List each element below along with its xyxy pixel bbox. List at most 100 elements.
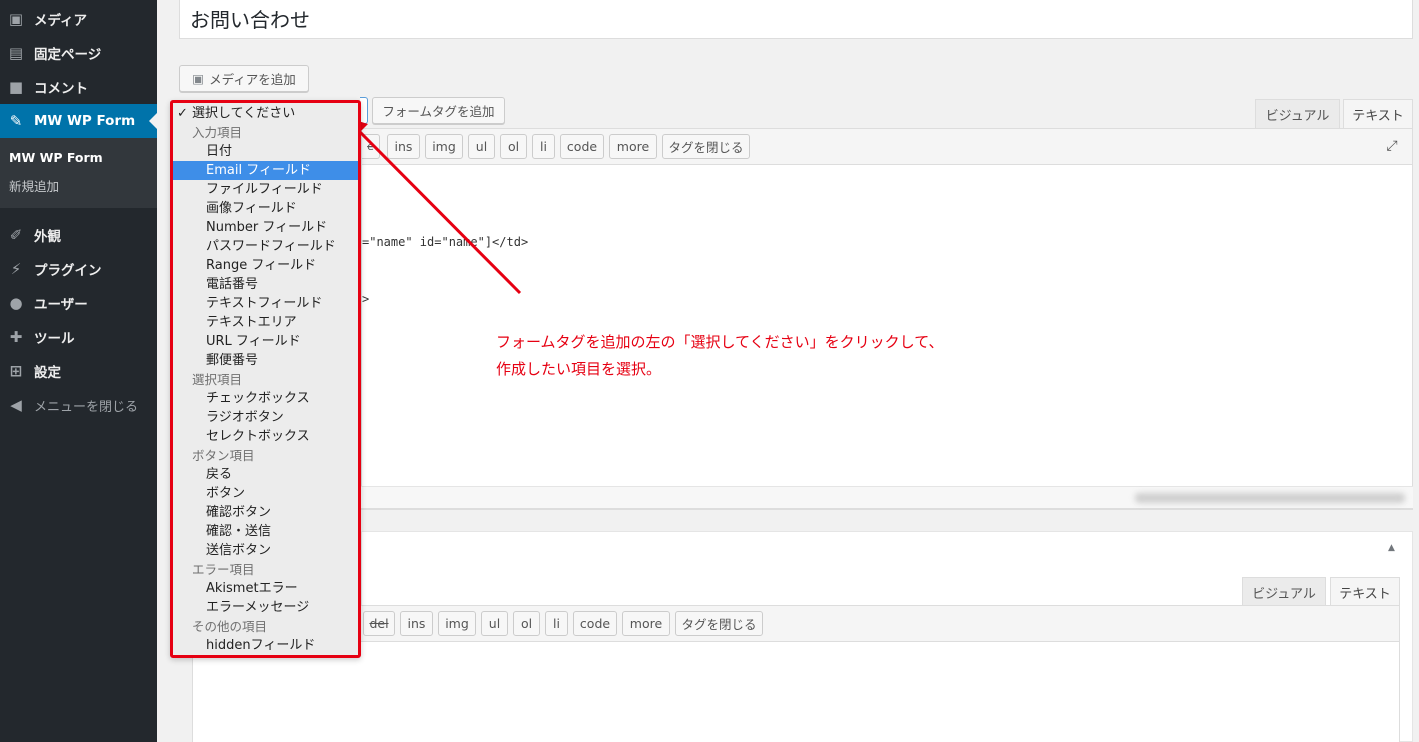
quicktag-more-2[interactable]: more	[622, 611, 670, 636]
quicktag-label: ul	[488, 616, 501, 631]
fullscreen-icon[interactable]: ⤢	[1384, 138, 1400, 154]
collapse-icon: ◀	[10, 396, 22, 414]
comment-icon: ■	[8, 78, 24, 96]
quicktag-label: タグを閉じる	[668, 140, 744, 155]
menu-label: 外観	[34, 229, 61, 245]
dropdown-option-selected[interactable]: ✓ 選択してください	[173, 104, 358, 123]
dropdown-option[interactable]: 確認・送信	[173, 522, 358, 541]
menu-label: 固定ページ	[34, 47, 102, 63]
dropdown-option[interactable]: 郵便番号	[173, 351, 358, 370]
dropdown-option[interactable]: Akismetエラー	[173, 579, 358, 598]
tool-icon: ✚	[9, 328, 23, 346]
dropdown-option[interactable]: パスワードフィールド	[173, 237, 358, 256]
dropdown-option[interactable]: テキストエリア	[173, 313, 358, 332]
tab-text-2[interactable]: テキスト	[1330, 577, 1400, 607]
dropdown-option[interactable]: 戻る	[173, 465, 358, 484]
menu-appearance[interactable]: ✐ 外観	[0, 218, 157, 252]
menu-media[interactable]: ▣ メディア	[0, 2, 157, 36]
menu-label: MW WP Form	[34, 113, 136, 129]
form-tag-select[interactable]	[360, 97, 368, 124]
quicktag-label: img	[432, 139, 456, 154]
quicktag-ol[interactable]: ol	[500, 134, 527, 159]
quicktag-label: タグを閉じる	[681, 617, 757, 632]
quicktag-del[interactable]: e	[362, 134, 380, 159]
quicktag-label: more	[629, 616, 663, 631]
add-media-button[interactable]: ▣ メディアを追加	[179, 65, 309, 92]
menu-mw-wp-form[interactable]: ✎ MW WP Form	[0, 104, 157, 138]
plugin-icon: ⚡	[10, 260, 22, 278]
main-editor[interactable]	[361, 128, 1413, 510]
submenu-item-add-new[interactable]: 新規追加	[9, 176, 59, 195]
collapse-menu-button[interactable]: ◀ メニューを閉じる	[0, 388, 157, 422]
title-field[interactable]: お問い合わせ	[179, 0, 1413, 39]
dropdown-option[interactable]: 電話番号	[173, 275, 358, 294]
form-tag-dropdown[interactable]: ✓ 選択してください 入力項目 日付 Email フィールド ファイルフィールド…	[170, 100, 361, 658]
quicktag-code[interactable]: code	[560, 134, 604, 159]
quicktag-ins-2[interactable]: ins	[400, 611, 433, 636]
quicktag-code-2[interactable]: code	[573, 611, 617, 636]
last-edited-text	[1135, 493, 1405, 503]
dropdown-option[interactable]: エラーメッセージ	[173, 598, 358, 617]
dropdown-option[interactable]: ラジオボタン	[173, 408, 358, 427]
appearance-icon: ✐	[9, 226, 23, 244]
menu-pages[interactable]: ▤ 固定ページ	[0, 36, 157, 70]
media-icon: ▣	[8, 10, 24, 28]
submenu-item-mw-wp-form[interactable]: MW WP Form	[9, 150, 103, 165]
quicktag-close-tags-2[interactable]: タグを閉じる	[675, 611, 763, 636]
quicktag-label: img	[445, 616, 469, 631]
quicktag-label: ol	[507, 139, 520, 154]
dropdown-option[interactable]: ファイルフィールド	[173, 180, 358, 199]
menu-comments[interactable]: ■ コメント	[0, 70, 157, 104]
dropdown-group-label: その他の項目	[192, 619, 268, 634]
quicktag-img[interactable]: img	[425, 134, 463, 159]
menu-settings[interactable]: ⊞ 設定	[0, 354, 157, 388]
menu-plugins[interactable]: ⚡ プラグイン	[0, 252, 157, 286]
quicktag-label: ins	[407, 616, 426, 631]
quicktag-ins[interactable]: ins	[387, 134, 420, 159]
admin-sidebar: ▣ メディア ▤ 固定ページ ■ コメント ✎ MW WP Form MW WP…	[0, 0, 157, 742]
dropdown-option[interactable]: チェックボックス	[173, 389, 358, 408]
menu-label: コメント	[34, 81, 88, 97]
quicktag-ul[interactable]: ul	[468, 134, 495, 159]
dropdown-group-label: 選択項目	[192, 372, 243, 387]
quicktag-more[interactable]: more	[609, 134, 657, 159]
add-form-tag-label: フォームタグを追加	[382, 104, 495, 119]
dropdown-option[interactable]: 確認ボタン	[173, 503, 358, 522]
dropdown-option[interactable]: 画像フィールド	[173, 199, 358, 218]
dropdown-option[interactable]: Range フィールド	[173, 256, 358, 275]
quicktag-label: ins	[394, 139, 413, 154]
dropdown-option[interactable]: テキストフィールド	[173, 294, 358, 313]
quicktag-ol-2[interactable]: ol	[513, 611, 540, 636]
quicktag-li-2[interactable]: li	[545, 611, 568, 636]
quicktag-ul-2[interactable]: ul	[481, 611, 508, 636]
tab-visual-2[interactable]: ビジュアル	[1242, 577, 1326, 607]
post-title: お問い合わせ	[190, 8, 310, 32]
tab-text-label: テキスト	[1339, 586, 1391, 602]
quicktag-img-2[interactable]: img	[438, 611, 476, 636]
quicktag-close-tags[interactable]: タグを閉じる	[662, 134, 750, 159]
dropdown-group-label: ボタン項目	[192, 448, 255, 463]
tab-text[interactable]: テキスト	[1343, 99, 1413, 129]
dropdown-option[interactable]: ボタン	[173, 484, 358, 503]
quicktag-del-2[interactable]: del	[363, 611, 395, 636]
menu-tools[interactable]: ✚ ツール	[0, 320, 157, 354]
menu-users[interactable]: ● ユーザー	[0, 286, 157, 320]
dropdown-option[interactable]: 送信ボタン	[173, 541, 358, 560]
collapse-arrow-icon[interactable]: ▲	[1388, 543, 1395, 553]
menu-label: ツール	[34, 331, 75, 347]
settings-icon: ⊞	[9, 362, 23, 380]
dropdown-option[interactable]: URL フィールド	[173, 332, 358, 351]
quicktag-label: li	[553, 616, 560, 631]
dropdown-option-highlighted[interactable]: Email フィールド	[173, 161, 358, 180]
quicktag-label: e	[367, 140, 374, 153]
tab-visual-label: ビジュアル	[1252, 586, 1316, 602]
tab-visual[interactable]: ビジュアル	[1255, 99, 1340, 129]
dropdown-option[interactable]: セレクトボックス	[173, 427, 358, 446]
dropdown-option[interactable]: hiddenフィールド	[173, 636, 358, 655]
dropdown-group-label: エラー項目	[192, 562, 255, 577]
dropdown-option[interactable]: 日付	[173, 142, 358, 161]
submenu: MW WP Form 新規追加	[0, 138, 157, 208]
dropdown-option[interactable]: Number フィールド	[173, 218, 358, 237]
quicktag-li[interactable]: li	[532, 134, 555, 159]
add-form-tag-button[interactable]: フォームタグを追加	[372, 97, 505, 124]
